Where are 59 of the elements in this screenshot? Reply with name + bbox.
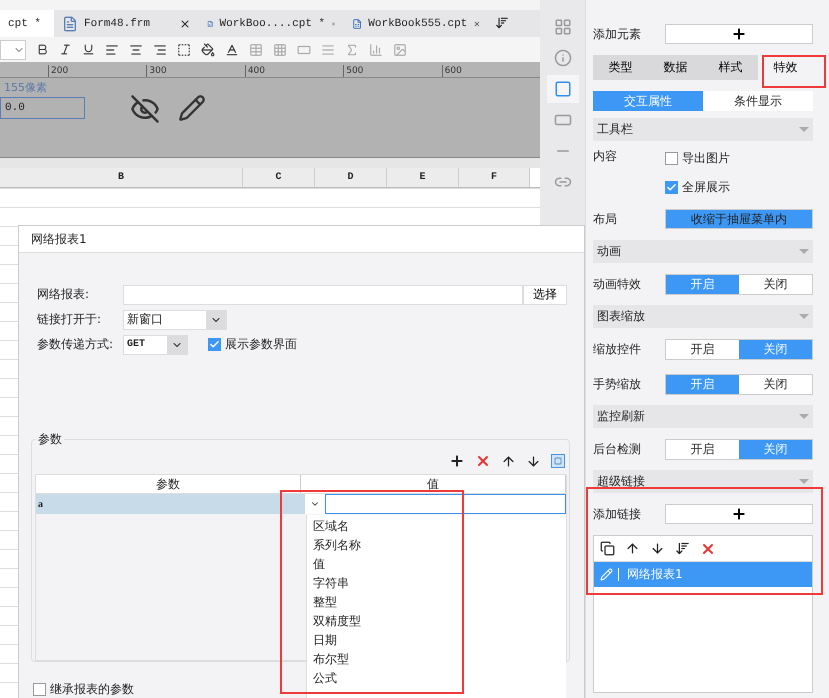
choose-button[interactable]: 选择 bbox=[523, 284, 567, 304]
field-label: 动画特效 bbox=[593, 276, 642, 292]
dropdown-item[interactable]: 双精度型 bbox=[313, 612, 566, 631]
dropdown-item[interactable]: 公式 bbox=[313, 669, 566, 688]
section-title: 动画 bbox=[597, 243, 621, 260]
field-label: 网络报表: bbox=[37, 286, 90, 303]
section-title: 图表缩放 bbox=[597, 308, 645, 325]
section-title: 监控刷新 bbox=[597, 408, 645, 425]
sub-tab[interactable]: 条件显示 bbox=[703, 91, 813, 111]
panel-tab[interactable]: 样式 bbox=[703, 55, 758, 80]
field-label: 链接打开于: bbox=[37, 311, 102, 328]
field-label: 参数传递方式: bbox=[37, 336, 114, 353]
checkbox-label: 全屏展示 bbox=[682, 179, 730, 196]
dropdown-item[interactable]: 值 bbox=[313, 555, 566, 574]
dropdown-item[interactable]: 字符串 bbox=[313, 574, 566, 593]
field-label: 添加元素 bbox=[593, 26, 642, 42]
file-tab[interactable]: cpt * bbox=[0, 10, 54, 37]
column-header: E bbox=[387, 168, 459, 187]
column-header: B bbox=[0, 168, 243, 187]
dropdown-item[interactable]: 系列名称 bbox=[313, 536, 566, 555]
layout-button[interactable]: 收缩于抽屉菜单内 bbox=[665, 209, 813, 229]
dropdown-item[interactable]: 区域名 bbox=[313, 517, 566, 536]
section-title: 工具栏 bbox=[597, 121, 633, 138]
checkbox-label: 展示参数界面 bbox=[225, 336, 297, 353]
column-header: 参数 bbox=[36, 475, 301, 493]
checkbox-label: 继承报表的参数 bbox=[50, 681, 134, 698]
dropdown-item[interactable]: 日期 bbox=[313, 631, 566, 650]
section-header[interactable]: 图表缩放 bbox=[593, 305, 813, 328]
field-label: 布局 bbox=[593, 210, 618, 228]
ruler-number: 500 bbox=[343, 65, 442, 77]
column-header: C bbox=[243, 168, 315, 187]
column-header: 值 bbox=[301, 475, 566, 493]
dialog-title: 网络报表1 bbox=[31, 230, 87, 248]
dropdown-item[interactable]: 整型 bbox=[313, 593, 566, 612]
panel-tab[interactable]: 数据 bbox=[648, 55, 703, 80]
method-select[interactable]: GET bbox=[123, 334, 188, 354]
number-field[interactable]: 0.0 bbox=[0, 97, 85, 119]
field-label: 添加链接 bbox=[593, 506, 642, 522]
table-cell[interactable]: a bbox=[36, 494, 305, 514]
section-header[interactable]: 动画 bbox=[593, 240, 813, 263]
ruler-number: 300 bbox=[146, 65, 245, 77]
checkbox-label: 导出图片 bbox=[682, 150, 730, 167]
group-title: 参数 bbox=[36, 431, 64, 448]
dropdown-item[interactable]: 布尔型 bbox=[313, 650, 566, 669]
field-label: 手势缩放 bbox=[593, 376, 642, 392]
section-title: 超级链接 bbox=[597, 473, 645, 490]
ruler-number: 400 bbox=[244, 65, 344, 77]
column-header: D bbox=[315, 168, 387, 187]
section-header[interactable]: 监控刷新 bbox=[593, 405, 813, 428]
field-label: 后台检测 bbox=[593, 440, 642, 458]
section-header[interactable]: 工具栏 bbox=[593, 118, 813, 141]
ruler-number: 200 bbox=[48, 65, 146, 77]
field-label: 缩放控件 bbox=[593, 340, 642, 358]
field-label: 内容 bbox=[593, 148, 618, 165]
column-header: F bbox=[459, 168, 530, 187]
section-header[interactable]: 超级链接 bbox=[593, 470, 813, 493]
open-select[interactable]: 新窗口 bbox=[123, 310, 227, 330]
size-label: 155像素 bbox=[3, 80, 48, 95]
panel-tab[interactable]: 类型 bbox=[593, 55, 648, 80]
